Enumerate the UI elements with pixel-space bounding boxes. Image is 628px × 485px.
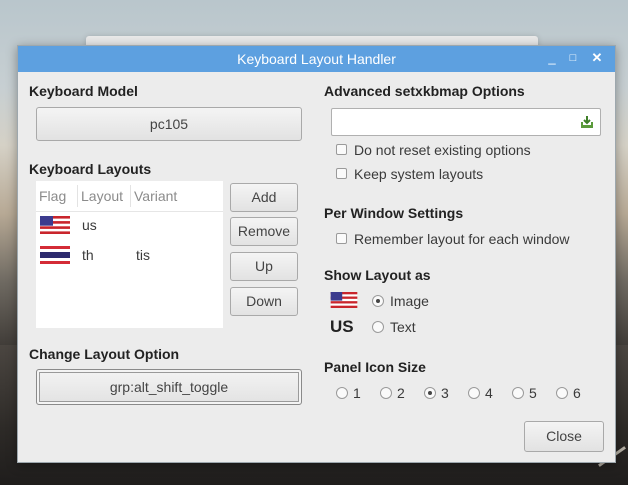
remember-layout-label[interactable]: Remember layout for each window bbox=[354, 231, 570, 247]
icon-size-3-label[interactable]: 3 bbox=[441, 385, 449, 401]
icon-size-6-radio[interactable] bbox=[556, 387, 568, 399]
minimize-icon[interactable]: _ bbox=[544, 49, 560, 67]
layout-cell: th bbox=[82, 247, 94, 263]
layouts-list[interactable]: Flag Layout Variant us th tis bbox=[36, 181, 223, 328]
icon-size-2-radio[interactable] bbox=[380, 387, 392, 399]
variant-cell: tis bbox=[136, 247, 150, 263]
show-image-label[interactable]: Image bbox=[390, 293, 429, 309]
maximize-icon[interactable]: □ bbox=[565, 49, 581, 67]
icon-size-5-label[interactable]: 5 bbox=[529, 385, 537, 401]
window-title: Keyboard Layout Handler bbox=[237, 51, 396, 67]
do-not-reset-label[interactable]: Do not reset existing options bbox=[354, 142, 531, 158]
icon-size-3-radio[interactable] bbox=[424, 387, 436, 399]
add-button[interactable]: Add bbox=[230, 183, 298, 212]
close-icon[interactable]: ✕ bbox=[589, 49, 605, 67]
header-divider bbox=[36, 211, 223, 212]
column-header-layout[interactable]: Layout bbox=[81, 188, 123, 204]
keyboard-layout-window: Keyboard Layout Handler _ □ ✕ Keyboard M… bbox=[17, 45, 616, 463]
change-layout-option-button[interactable]: grp:alt_shift_toggle bbox=[36, 369, 302, 405]
icon-size-5-radio[interactable] bbox=[512, 387, 524, 399]
show-layout-heading: Show Layout as bbox=[324, 267, 431, 283]
close-button[interactable]: Close bbox=[524, 421, 604, 452]
us-flag-icon bbox=[40, 216, 70, 234]
column-separator bbox=[77, 185, 78, 207]
icon-size-1-radio[interactable] bbox=[336, 387, 348, 399]
keyboard-model-value: pc105 bbox=[149, 116, 189, 132]
panel-icon-size-heading: Panel Icon Size bbox=[324, 359, 426, 375]
table-row[interactable]: th tis bbox=[36, 245, 223, 267]
keyboard-model-button[interactable]: pc105 bbox=[36, 107, 302, 141]
up-button[interactable]: Up bbox=[230, 252, 298, 281]
keep-system-layouts-label[interactable]: Keep system layouts bbox=[354, 166, 483, 182]
per-window-heading: Per Window Settings bbox=[324, 205, 464, 221]
remember-layout-checkbox[interactable] bbox=[336, 233, 347, 244]
change-layout-option-value: grp:alt_shift_toggle bbox=[109, 379, 229, 395]
layout-cell: us bbox=[82, 217, 97, 233]
title-bar[interactable]: Keyboard Layout Handler _ □ ✕ bbox=[18, 46, 615, 72]
icon-size-1-label[interactable]: 1 bbox=[353, 385, 361, 401]
text-preview: US bbox=[330, 317, 354, 336]
column-header-variant[interactable]: Variant bbox=[134, 188, 177, 204]
icon-size-4-label[interactable]: 4 bbox=[485, 385, 493, 401]
advanced-options-heading: Advanced setxkbmap Options bbox=[324, 83, 525, 99]
apply-icon[interactable] bbox=[580, 115, 594, 129]
show-text-radio[interactable] bbox=[372, 321, 384, 333]
icon-size-2-label[interactable]: 2 bbox=[397, 385, 405, 401]
advanced-options-input[interactable] bbox=[331, 108, 601, 136]
do-not-reset-checkbox[interactable] bbox=[336, 144, 347, 155]
keyboard-model-heading: Keyboard Model bbox=[29, 83, 138, 99]
icon-size-6-label[interactable]: 6 bbox=[573, 385, 581, 401]
show-text-label[interactable]: Text bbox=[390, 319, 416, 335]
th-flag-icon bbox=[40, 246, 70, 264]
column-separator bbox=[130, 185, 131, 207]
table-row[interactable]: us bbox=[36, 215, 223, 237]
us-flag-icon bbox=[330, 292, 358, 308]
column-header-flag[interactable]: Flag bbox=[39, 188, 66, 204]
remove-button[interactable]: Remove bbox=[230, 217, 298, 246]
show-image-radio[interactable] bbox=[372, 295, 384, 307]
keyboard-layouts-heading: Keyboard Layouts bbox=[29, 161, 152, 177]
down-button[interactable]: Down bbox=[230, 287, 298, 316]
change-layout-option-heading: Change Layout Option bbox=[29, 346, 180, 362]
keep-system-layouts-checkbox[interactable] bbox=[336, 168, 347, 179]
icon-size-4-radio[interactable] bbox=[468, 387, 480, 399]
